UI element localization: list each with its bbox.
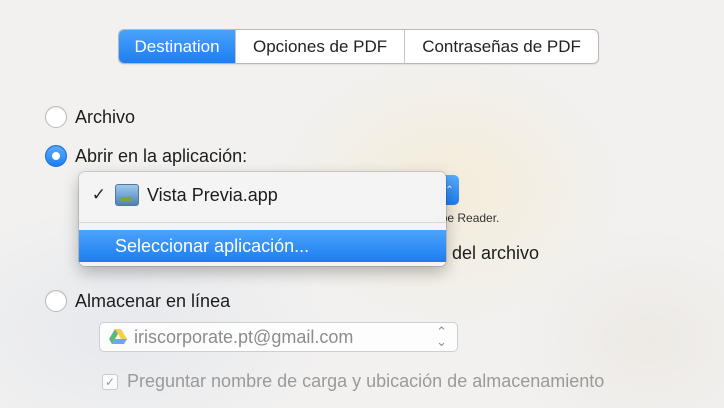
tab-destination[interactable]: Destination [119,30,235,63]
option-almacenar-label: Almacenar en línea [75,290,231,311]
account-select[interactable]: iriscorporate.pt@gmail.com ⌃ ⌄ [99,322,458,352]
checkmark-icon: ✓ [91,185,106,204]
radio-almacenar[interactable] [45,290,67,312]
option-archivo-label: Archivo [75,106,136,127]
menu-item-seleccionar-aplicacion[interactable]: Seleccionar aplicación... [79,230,446,262]
google-drive-icon [109,329,127,345]
option-abrir-aplicacion[interactable]: Abrir en la aplicación: [45,145,247,167]
menu-item-vista-previa-label: Vista Previa.app [147,184,278,205]
tab-pdf-passwords[interactable]: Contraseñas de PDF [404,30,598,63]
destination-tabs: Destination Opciones de PDF Contraseñas … [118,29,599,64]
option-archivo[interactable]: Archivo [45,106,135,128]
updown-chevron-icon: ⌃ ⌄ [436,324,447,349]
application-dropdown-menu: ✓ Vista Previa.app Seleccionar aplicació… [79,172,446,266]
preview-app-icon [115,184,139,206]
radio-archivo[interactable] [45,106,67,128]
ask-name-checkbox[interactable]: ✓ [102,373,118,390]
ask-name-location-option[interactable]: ✓ Preguntar nombre de carga y ubicación … [102,371,604,392]
radio-abrir-aplicacion[interactable] [45,145,67,167]
app-option-text: del archivo [452,243,540,263]
option-abrir-label: Abrir en la aplicación: [75,145,248,166]
tab-pdf-options[interactable]: Opciones de PDF [235,30,404,63]
account-value: iriscorporate.pt@gmail.com [134,326,354,347]
ask-name-label: Preguntar nombre de carga y ubicación de… [127,371,605,391]
option-almacenar-en-linea[interactable]: Almacenar en línea [45,290,230,312]
menu-item-vista-previa[interactable]: ✓ Vista Previa.app [79,180,446,210]
menu-separator [79,222,446,223]
